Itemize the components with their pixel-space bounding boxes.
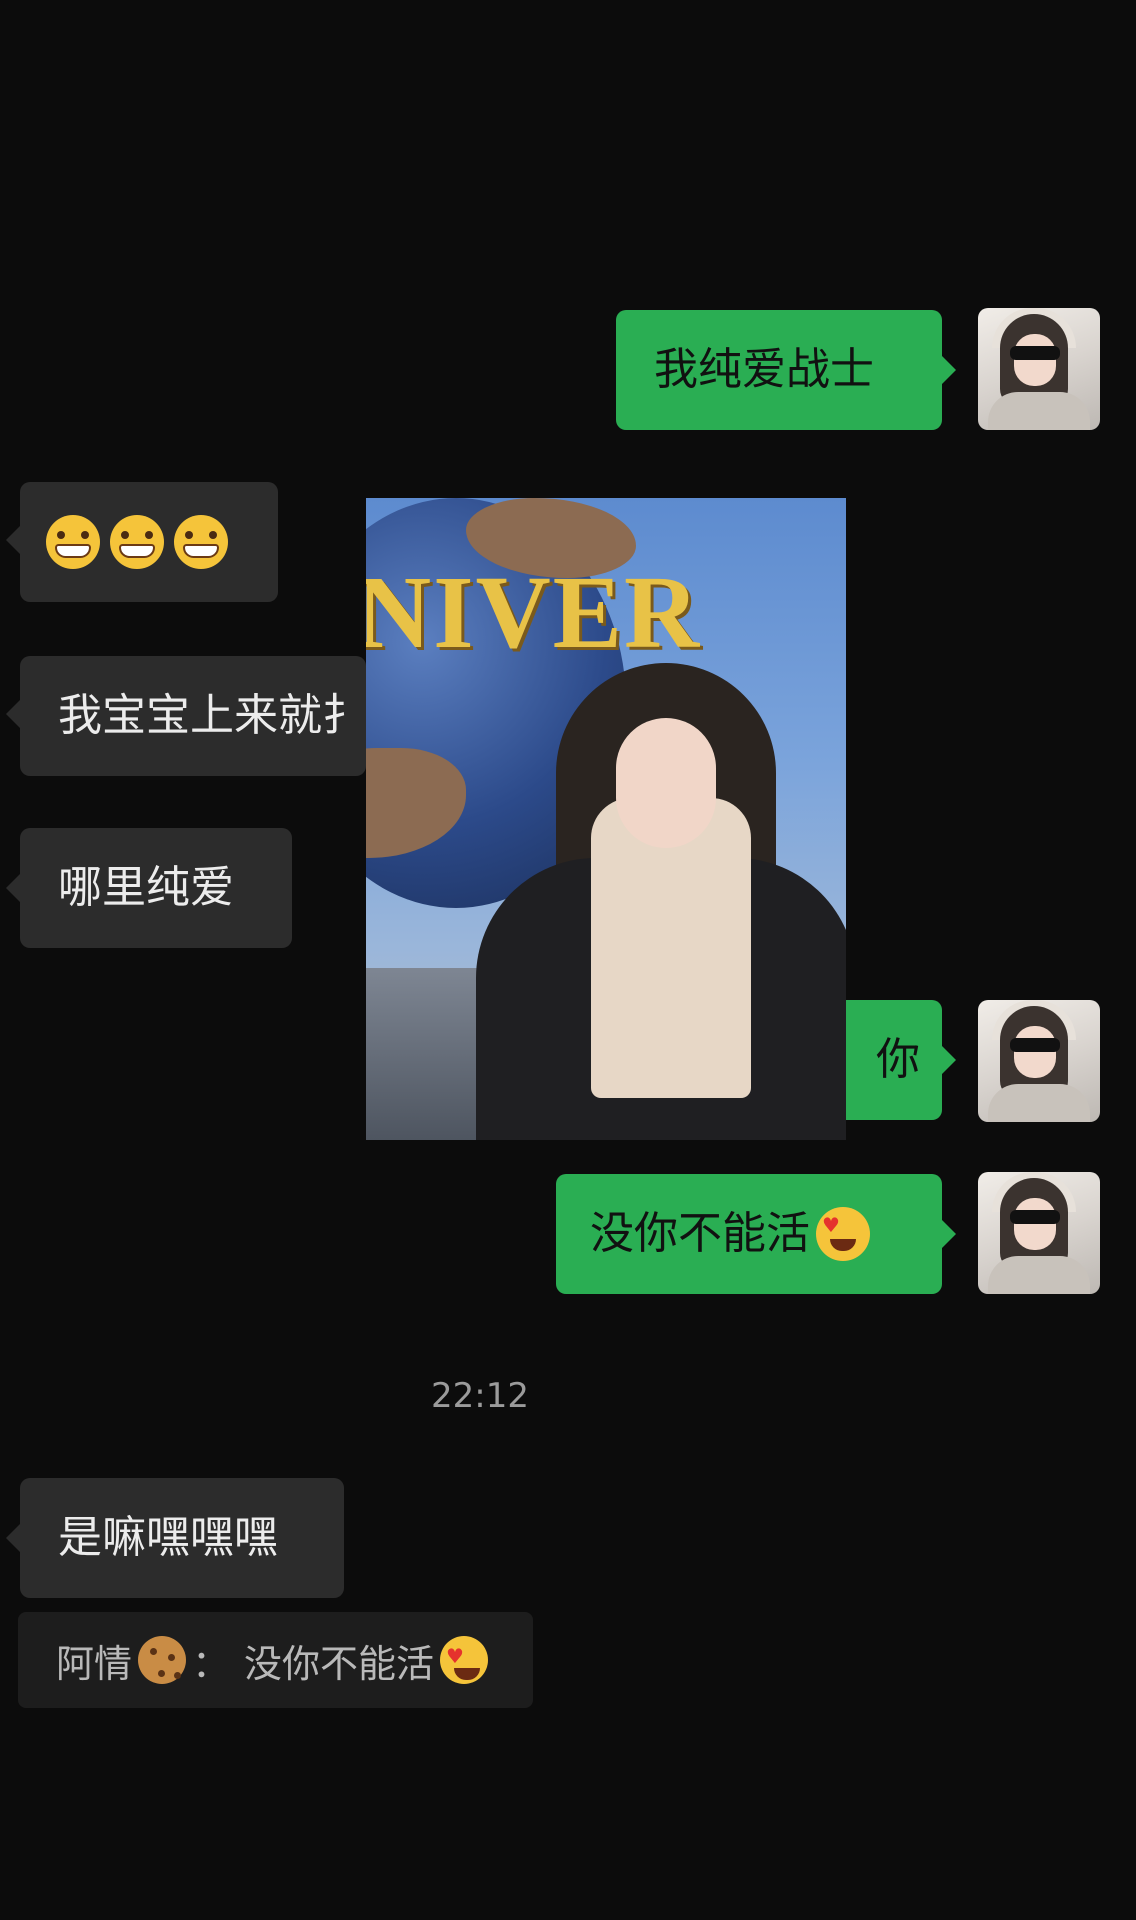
- bubble-tail: [942, 1220, 956, 1248]
- shared-photo[interactable]: NIVER: [366, 498, 846, 1140]
- grin-emoji: [110, 515, 164, 569]
- bubble-tail: [6, 700, 20, 728]
- timestamp: 22:12: [431, 1376, 529, 1416]
- avatar[interactable]: [978, 1172, 1100, 1294]
- grin-emoji: [174, 515, 228, 569]
- message-text: 我宝宝上来就扌: [58, 690, 366, 741]
- bubble-tail: [6, 526, 20, 554]
- grin-emoji: [46, 515, 100, 569]
- photo-sign-text: NIVER: [366, 555, 702, 670]
- bubble-tail: [942, 1046, 956, 1074]
- bubble-tail: [942, 356, 956, 384]
- person-face: [616, 718, 716, 848]
- message-bubble-incoming[interactable]: [20, 482, 278, 602]
- heart-eyes-emoji: [440, 1636, 489, 1684]
- message-text: 你: [876, 1034, 920, 1085]
- avatar[interactable]: [978, 308, 1100, 430]
- quoted-message[interactable]: 阿情 ： 没你不能活: [18, 1612, 533, 1708]
- quote-separator: ：: [192, 1641, 231, 1686]
- message-text: 我纯爱战士: [654, 344, 874, 395]
- message-bubble-incoming[interactable]: 是嘛嘿嘿嘿: [20, 1478, 344, 1598]
- message-text: 哪里纯爱: [58, 862, 234, 913]
- message-bubble-outgoing[interactable]: 没你不能活: [556, 1174, 942, 1294]
- message-bubble-incoming[interactable]: 我宝宝上来就扌: [20, 656, 366, 776]
- cookie-emoji: [138, 1636, 187, 1684]
- heart-eyes-emoji: [816, 1207, 870, 1261]
- avatar[interactable]: [978, 1000, 1100, 1122]
- bubble-tail: [6, 1524, 20, 1552]
- message-bubble-outgoing[interactable]: 我纯爱战士: [616, 310, 942, 430]
- bubble-tail: [6, 874, 20, 902]
- message-bubble-incoming[interactable]: 哪里纯爱: [20, 828, 292, 948]
- message-text: 没你不能活: [590, 1208, 810, 1259]
- quote-sender: 阿情: [56, 1641, 133, 1686]
- message-text: 是嘛嘿嘿嘿: [58, 1512, 278, 1563]
- quote-text: 没你不能活: [244, 1641, 435, 1686]
